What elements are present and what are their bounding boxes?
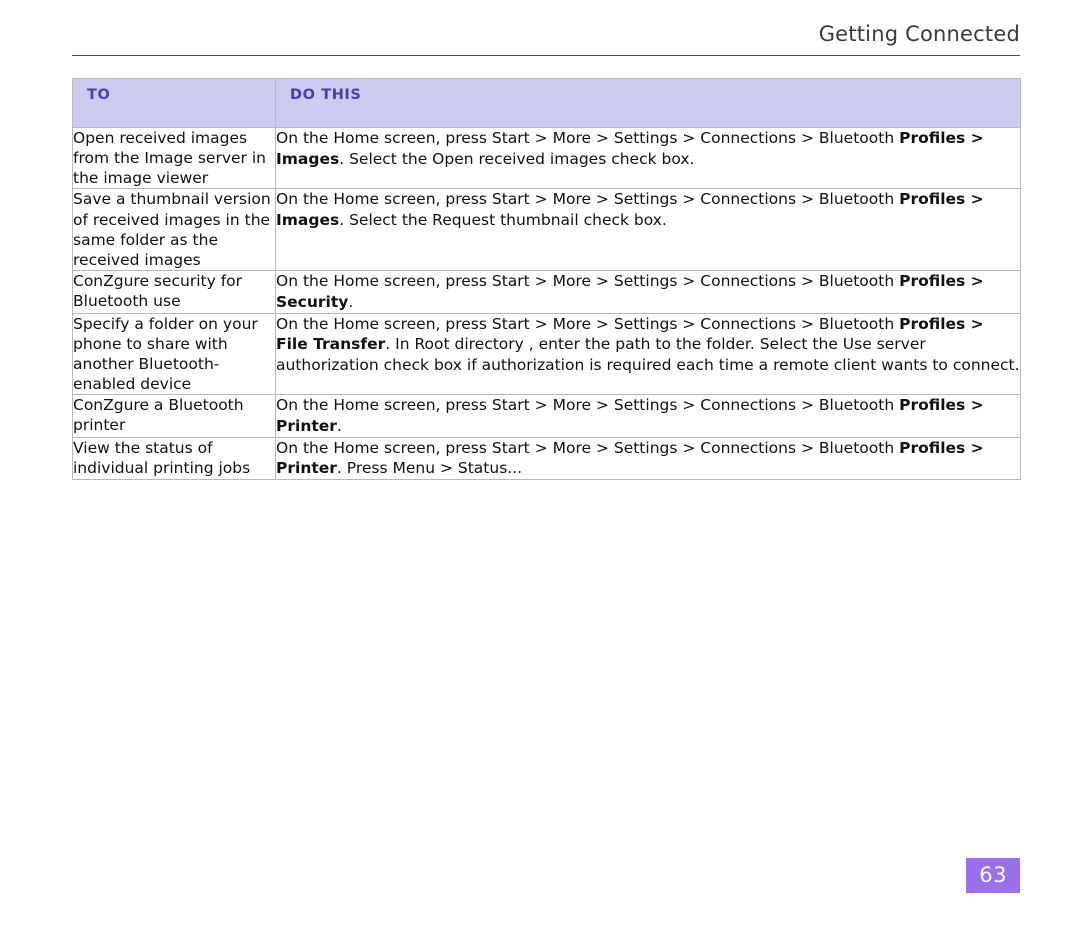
cell-task: Open received images from the Image serv… [72,126,276,190]
cell-task: Save a thumbnail version of received ima… [72,188,276,271]
instruction-text: > Connections > Bluetooth [677,314,900,333]
table-header: TO DO THIS [72,78,1021,128]
table-row: Open received images from the Image serv… [72,126,1021,190]
instructions-table: TO DO THIS Open received images from the… [72,78,1021,481]
instruction-text: On the Home screen, press Start > More >… [276,314,678,333]
instruction-text: > Connections > Bluetooth [677,271,900,290]
cell-instruction: On the Home screen, press Start > More >… [275,126,1021,190]
instruction-text: On the Home screen, press Start > More >… [276,271,678,290]
instruction-text: > Connections > Bluetooth [677,438,900,457]
table-row: Specify a folder on your phone to share … [72,312,1021,396]
table-body: Open received images from the Image serv… [72,126,1021,481]
cell-task: View the status of individual printing j… [72,436,276,481]
table-row: ConZgure a Bluetooth printer On the Home … [72,394,1021,438]
header-divider [72,55,1020,56]
instruction-text: On the Home screen, press Start > More >… [276,129,678,147]
instruction-text: . [336,416,342,435]
table-row: ConZgure security for Bluetooth use On th… [72,269,1021,314]
instruction-text: . [348,292,354,311]
table-row: View the status of individual printing j… [72,436,1021,481]
document-page: Getting Connected TO DO THIS Open receiv… [0,0,1080,930]
cell-instruction: On the Home screen, press Start > More >… [275,312,1021,396]
instruction-text: . Press Menu > Status... [336,459,523,478]
instruction-text: > Connections > Bluetooth [677,396,900,415]
column-header-do-this: DO THIS [275,78,1021,128]
instruction-text: On the Home screen, press Start > More >… [276,396,678,415]
cell-task: ConZgure a Bluetooth printer [72,394,276,438]
cell-instruction: On the Home screen, press Start > More >… [275,269,1021,314]
instruction-text: . Select the Open received images check … [339,149,695,168]
instruction-text: On the Home screen, press Start > More >… [276,438,678,457]
cell-task: Specify a folder on your phone to share … [72,312,276,396]
table-row: Save a thumbnail version of received ima… [72,188,1021,271]
instruction-text: > Connections > Bluetooth [677,129,900,147]
column-header-to: TO [72,78,276,128]
instruction-text: . Select the Request thumbnail check box… [339,211,667,230]
instruction-text: > Connections > Bluetooth [677,190,900,209]
instruction-text: . In Root directory , enter the path to … [276,335,1020,375]
cell-instruction: On the Home screen, press Start > More >… [275,436,1021,481]
cell-instruction: On the Home screen, press Start > More >… [275,394,1021,438]
table-header-row: TO DO THIS [72,78,1021,128]
cell-task: ConZgure security for Bluetooth use [72,269,276,314]
instruction-text: On the Home screen, press Start > More >… [276,190,678,209]
page-number-badge: 63 [966,858,1020,893]
page-header-title: Getting Connected [818,22,1020,46]
cell-instruction: On the Home screen, press Start > More >… [275,188,1021,271]
